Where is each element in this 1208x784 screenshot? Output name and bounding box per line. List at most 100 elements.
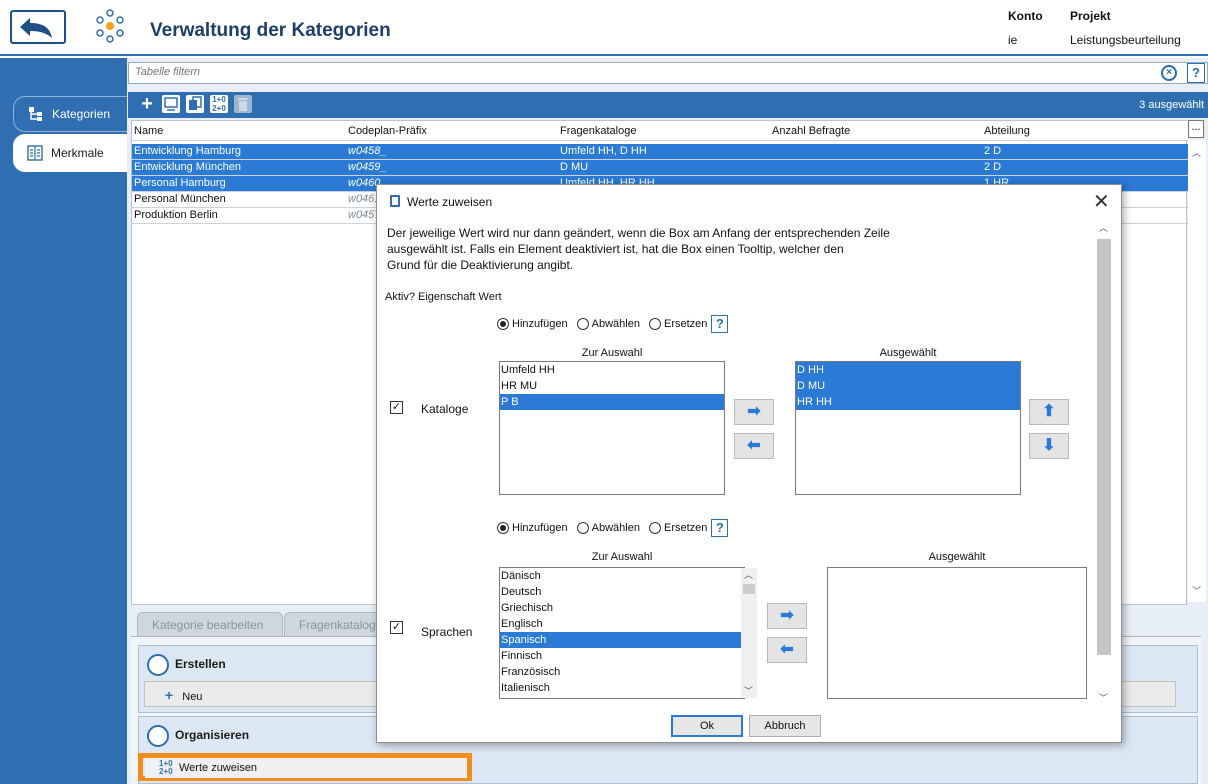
list-item[interactable]: Deutsch [500,584,744,600]
scroll-up-icon[interactable]: ︿ [744,568,753,581]
column-header-fragenkataloge[interactable]: Fragenkataloge [560,125,636,137]
close-icon[interactable]: ✕ [1093,189,1110,214]
cell-name: Entwicklung München [134,161,242,173]
selected-count: 3 ausgewählt [1139,99,1204,111]
organize-section-icon [147,725,169,747]
list-item[interactable]: HR HH [796,394,1020,410]
move-left-button[interactable]: ⬅ [734,433,774,459]
radio-abwaehlen[interactable] [576,318,589,330]
kataloge-chosen-list[interactable]: D HH D MU HR HH [795,361,1021,495]
back-arrow-icon [20,18,52,38]
move-left-button[interactable]: ⬅ [767,637,807,663]
list-item[interactable]: HR MU [500,378,724,394]
radio-hinzufuegen[interactable] [497,522,509,534]
column-header-anzahl[interactable]: Anzahl Befragte [772,125,850,137]
scroll-up-icon[interactable]: ︿ [1099,221,1108,234]
scroll-thumb[interactable] [743,584,755,594]
radio-label: Ersetzen [663,522,708,534]
help-button[interactable]: ? [711,315,729,333]
edit-icon[interactable] [162,95,180,113]
back-button[interactable] [10,10,66,44]
nav-item-merkmale[interactable]: Merkmale [13,134,127,172]
move-down-button[interactable]: ⬇ [1029,433,1069,459]
column-header-codeplan[interactable]: Codeplan-Präfix [348,125,427,137]
kataloge-available-list[interactable]: Umfeld HH HR MU P B [499,361,725,495]
radio-ersetzen[interactable] [648,318,661,330]
radio-label: Abwählen [591,318,640,330]
sprachen-chosen-caption: Ausgewählt [928,551,986,563]
cell-code: w0458_ [348,145,387,157]
move-right-button[interactable]: ➡ [767,603,807,629]
nav-item-label: Kategorien [52,107,111,121]
scroll-up-icon[interactable]: ︿ [1192,146,1201,159]
scroll-down-icon[interactable]: ﹀ [1192,584,1201,597]
filter-bar: × ? [128,62,1208,84]
cell-kataloge: Umfeld HH, D HH [560,145,647,157]
radio-abwaehlen[interactable] [576,522,589,534]
help-button[interactable]: ? [711,519,729,537]
assign-values-icon[interactable]: 1+0 2+0 [210,95,228,113]
cell-kataloge: D MU [560,161,589,173]
table-row[interactable]: Entwicklung München w0459_ D MU 2 D [132,160,1188,176]
sprachen-chosen-list[interactable] [827,567,1087,699]
edit-glyph-icon [164,97,178,111]
sprachen-available-list[interactable]: Dänisch Deutsch Griechisch Englisch Spanisch… [499,567,745,699]
intro-line: Grund für die Deaktivierung angibt. [387,258,574,272]
filter-help-button[interactable]: ? [1187,63,1205,83]
cancel-button[interactable]: Abbruch [749,715,821,737]
copy-icon[interactable] [186,95,204,113]
list-item[interactable]: Spanisch [500,632,744,648]
move-up-button[interactable]: ⬆ [1029,399,1069,425]
column-header-name[interactable]: Name [134,125,163,137]
assign-values-button-label: Werte zuweisen [179,762,258,774]
cell-abteilung: 2 D [984,145,1002,157]
list-item[interactable]: Italienisch [500,680,744,696]
column-header-abteilung[interactable]: Abteilung [984,125,1030,137]
table-toolbar: + 1+0 2+0 3 ausgewählt [128,92,1208,118]
intro-line: ausgewählt ist. Falls ein Element deakti… [387,242,844,256]
list-item[interactable]: Griechisch [500,600,744,616]
plus-icon: + [165,687,174,703]
ok-button[interactable]: Ok [671,715,743,737]
list-item[interactable]: Finnisch [500,648,744,664]
table-row[interactable]: Entwicklung Hamburg w0458_ Umfeld HH, D HH… [132,144,1188,160]
radio-hinzufuegen[interactable] [497,318,509,330]
add-icon[interactable]: + [138,94,156,114]
delete-icon[interactable] [234,95,252,113]
kataloge-available-caption: Zur Auswahl [581,347,643,359]
list-item[interactable]: D HH [796,362,1020,378]
dialog-title: Werte zuweisen [407,195,493,209]
clear-filter-icon[interactable]: × [1161,65,1177,81]
scroll-down-icon[interactable]: ﹀ [744,684,753,697]
create-section-title: Erstellen [175,657,226,671]
list-item[interactable]: Umfeld HH [500,362,724,378]
list-item[interactable]: Französisch [500,664,744,680]
column-chooser-button[interactable]: ... [1188,120,1204,138]
dialog-scroll-thumb[interactable] [1097,239,1111,655]
dialog-column-header: Aktiv? Eigenschaft Wert [385,291,502,303]
radio-ersetzen[interactable] [648,522,661,534]
sprachen-mode-radios: Hinzufügen Abwählen Ersetzen ? [497,519,729,537]
table-scrollbar[interactable]: ︿ ﹀ [1188,140,1206,602]
list-item[interactable]: Englisch [500,616,744,632]
projekt-value: Leistungsbeurteilung [1070,33,1181,47]
scroll-down-icon[interactable]: ﹀ [1099,691,1108,704]
sprachen-active-checkbox[interactable]: ✓ [390,621,403,634]
sprachen-list-scrollbar[interactable]: ︿ ﹀ [741,568,757,698]
list-item[interactable]: D MU [796,378,1020,394]
cell-code: w0459_ [348,161,387,173]
assign-values-button[interactable]: Werte zuweisen [145,758,467,778]
kataloge-active-checkbox[interactable]: ✓ [390,401,403,414]
table-filter-input[interactable] [135,66,1035,78]
dialog-intro: Der jeweilige Wert wird nur dann geänder… [387,225,927,273]
radio-label: Ersetzen [663,318,708,330]
organize-section-title: Organisieren [175,728,250,742]
nav-item-kategorien[interactable]: Kategorien [13,96,127,132]
radio-label: Abwählen [591,522,640,534]
list-item[interactable]: P B [500,394,724,410]
tab-kategorie-bearbeiten[interactable]: Kategorie bearbeiten [137,612,283,636]
list-item[interactable]: Dänisch [500,568,744,584]
cell-name: Personal Hamburg [134,177,226,189]
move-right-button[interactable]: ➡ [734,399,774,425]
sprachen-available-caption: Zur Auswahl [591,551,653,563]
